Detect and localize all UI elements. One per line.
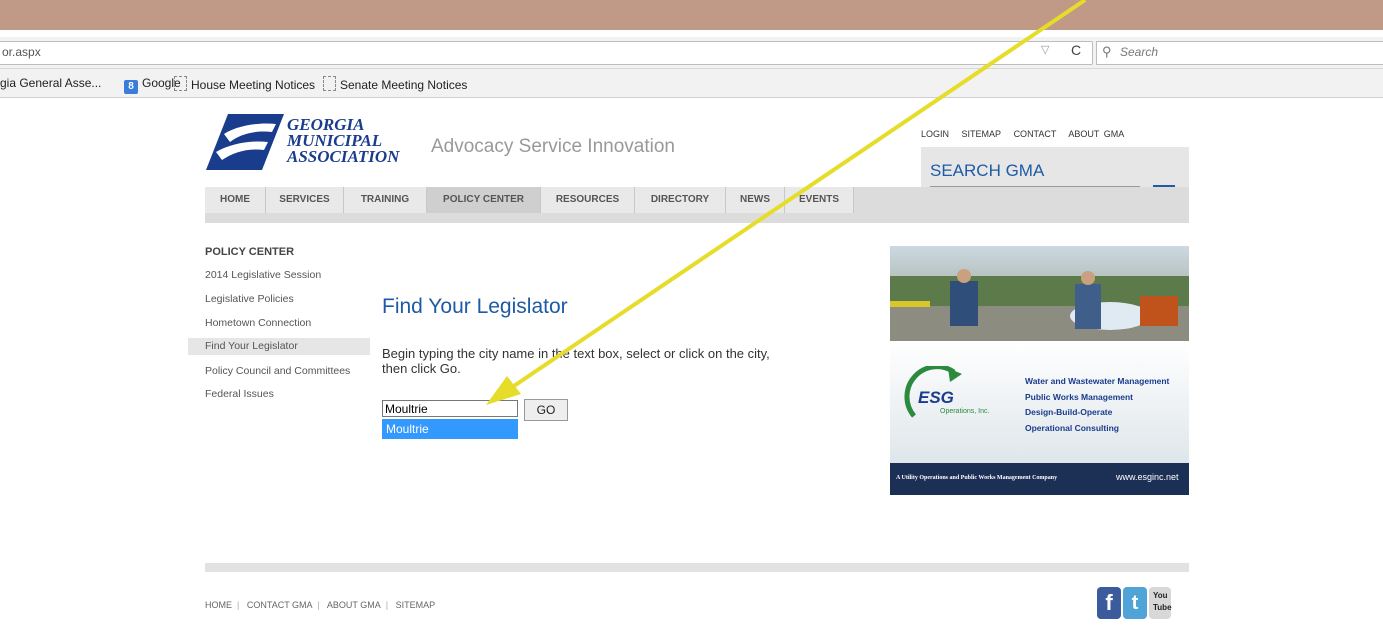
annotation-arrow	[486, 0, 1087, 405]
